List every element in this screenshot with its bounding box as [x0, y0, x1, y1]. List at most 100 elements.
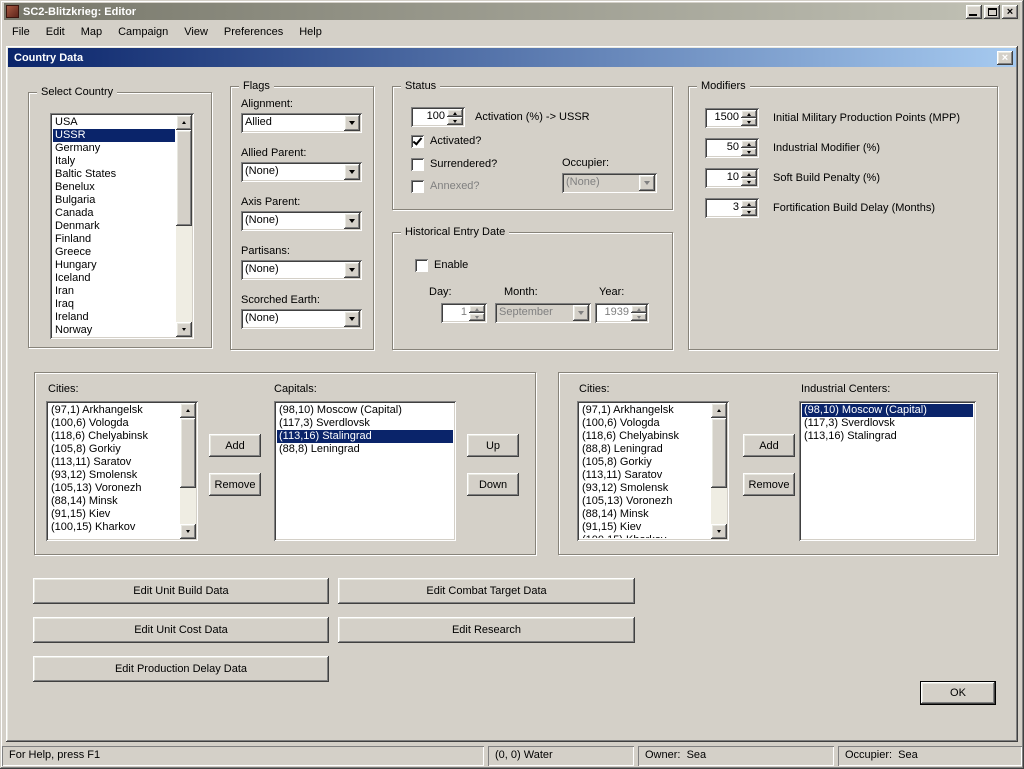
capitals-down-button[interactable]: Down [467, 473, 519, 496]
spin-down-button[interactable] [741, 178, 757, 186]
list-item[interactable]: (98,10) Moscow (Capital) [802, 404, 973, 417]
cities-scrollbar[interactable] [180, 403, 196, 539]
spin-up-button[interactable] [741, 110, 757, 118]
menu-item[interactable]: Preferences [216, 23, 291, 41]
dropdown-arrow-icon[interactable] [344, 213, 360, 229]
scroll-up-button[interactable] [711, 403, 727, 418]
list-item[interactable]: Norway [53, 324, 175, 336]
industrial-add-button[interactable]: Add [743, 434, 795, 457]
scrollbar-thumb[interactable] [180, 418, 196, 488]
close-button[interactable]: × [1002, 5, 1018, 19]
capitals-up-button[interactable]: Up [467, 434, 519, 457]
list-item[interactable]: (105,13) Voronezh [580, 495, 710, 508]
industrial-modifier-spinner[interactable]: 50 [705, 138, 759, 158]
scrollbar-thumb[interactable] [176, 130, 192, 226]
list-item[interactable]: (117,3) Sverdlovsk [277, 417, 453, 430]
edit-combat-target-data-button[interactable]: Edit Combat Target Data [338, 578, 635, 604]
capitals-listbox[interactable]: (98,10) Moscow (Capital)(117,3) Sverdlov… [274, 401, 456, 541]
menu-item[interactable]: Edit [38, 23, 73, 41]
capitals-add-button[interactable]: Add [209, 434, 261, 457]
list-item[interactable]: Iran [53, 285, 175, 298]
industrial-cities-listbox[interactable]: (97,1) Arkhangelsk(100,6) Vologda(118,6)… [577, 401, 729, 541]
scrollbar-track[interactable] [711, 418, 727, 524]
list-item[interactable]: USSR [53, 129, 175, 142]
scorched-earth-select[interactable]: (None) [241, 309, 362, 329]
menu-item[interactable]: Help [291, 23, 330, 41]
list-item[interactable]: (117,3) Sverdlovsk [802, 417, 973, 430]
scroll-down-button[interactable] [711, 524, 727, 539]
partisans-select[interactable]: (None) [241, 260, 362, 280]
alignment-select[interactable]: Allied [241, 113, 362, 133]
edit-production-delay-data-button[interactable]: Edit Production Delay Data [33, 656, 329, 682]
list-item[interactable]: (88,14) Minsk [49, 495, 179, 508]
scroll-up-button[interactable] [176, 115, 192, 130]
spin-down-button[interactable] [741, 118, 757, 126]
list-item[interactable]: Denmark [53, 220, 175, 233]
scrollbar-track[interactable] [180, 418, 196, 524]
spin-up-button[interactable] [741, 170, 757, 178]
dropdown-arrow-icon[interactable] [344, 311, 360, 327]
minimize-button[interactable] [966, 5, 982, 19]
ok-button[interactable]: OK [920, 681, 996, 705]
menu-item[interactable]: Map [73, 23, 110, 41]
list-item[interactable]: (91,15) Kiev [580, 521, 710, 534]
capitals-cities-listbox[interactable]: (97,1) Arkhangelsk(100,6) Vologda(118,6)… [46, 401, 198, 541]
list-item[interactable]: (97,1) Arkhangelsk [49, 404, 179, 417]
dropdown-arrow-icon[interactable] [344, 115, 360, 131]
axis-parent-select[interactable]: (None) [241, 211, 362, 231]
list-item[interactable]: (118,6) Chelyabinsk [580, 430, 710, 443]
list-item[interactable]: Iraq [53, 298, 175, 311]
list-item[interactable]: (93,12) Smolensk [49, 469, 179, 482]
list-item[interactable]: (105,8) Gorkiy [580, 456, 710, 469]
spin-up-button[interactable] [741, 200, 757, 208]
list-item[interactable]: Benelux [53, 181, 175, 194]
soft-build-penalty-spinner[interactable]: 10 [705, 168, 759, 188]
scroll-down-button[interactable] [180, 524, 196, 539]
mpp-spinner[interactable]: 1500 [705, 108, 759, 128]
activation-spinner[interactable]: 100 [411, 107, 465, 127]
list-item[interactable]: Greece [53, 246, 175, 259]
country-listbox[interactable]: USAUSSRGermanyItalyBaltic StatesBeneluxB… [50, 113, 194, 339]
activated-checkbox[interactable]: Activated? [411, 134, 481, 148]
maximize-button[interactable] [984, 5, 1000, 19]
industrial-centers-listbox[interactable]: (98,10) Moscow (Capital)(117,3) Sverdlov… [799, 401, 976, 541]
spin-up-button[interactable] [741, 140, 757, 148]
dialog-close-button[interactable]: × [997, 51, 1013, 65]
list-item[interactable]: Germany [53, 142, 175, 155]
dropdown-arrow-icon[interactable] [344, 262, 360, 278]
list-item[interactable]: (93,12) Smolensk [580, 482, 710, 495]
scroll-up-button[interactable] [180, 403, 196, 418]
list-item[interactable]: USA [53, 116, 175, 129]
spin-down-button[interactable] [447, 117, 463, 125]
spin-down-button[interactable] [741, 208, 757, 216]
edit-unit-build-data-button[interactable]: Edit Unit Build Data [33, 578, 329, 604]
list-item[interactable]: (88,8) Leningrad [277, 443, 453, 456]
spin-down-button[interactable] [741, 148, 757, 156]
scroll-down-button[interactable] [176, 322, 192, 337]
list-item[interactable]: Canada [53, 207, 175, 220]
edit-unit-cost-data-button[interactable]: Edit Unit Cost Data [33, 617, 329, 643]
edit-research-button[interactable]: Edit Research [338, 617, 635, 643]
menu-item[interactable]: Campaign [110, 23, 176, 41]
list-item[interactable]: (91,15) Kiev [49, 508, 179, 521]
list-item[interactable]: (113,11) Saratov [580, 469, 710, 482]
dropdown-arrow-icon[interactable] [344, 164, 360, 180]
list-item[interactable]: Bulgaria [53, 194, 175, 207]
menu-item[interactable]: File [4, 23, 38, 41]
surrendered-checkbox[interactable]: Surrendered? [411, 157, 497, 171]
list-item[interactable]: Hungary [53, 259, 175, 272]
scrollbar-thumb[interactable] [711, 418, 727, 488]
industrial-remove-button[interactable]: Remove [743, 473, 795, 496]
list-item[interactable]: Baltic States [53, 168, 175, 181]
list-item[interactable]: (88,8) Leningrad [580, 443, 710, 456]
enable-checkbox[interactable]: Enable [415, 258, 468, 272]
spin-up-button[interactable] [447, 109, 463, 117]
list-item[interactable]: (100,6) Vologda [49, 417, 179, 430]
list-item[interactable]: Ireland [53, 311, 175, 324]
country-list-scrollbar[interactable] [176, 115, 192, 337]
list-item[interactable]: Italy [53, 155, 175, 168]
list-item[interactable]: (97,1) Arkhangelsk [580, 404, 710, 417]
capitals-remove-button[interactable]: Remove [209, 473, 261, 496]
list-item[interactable]: (113,11) Saratov [49, 456, 179, 469]
list-item[interactable]: (98,10) Moscow (Capital) [277, 404, 453, 417]
